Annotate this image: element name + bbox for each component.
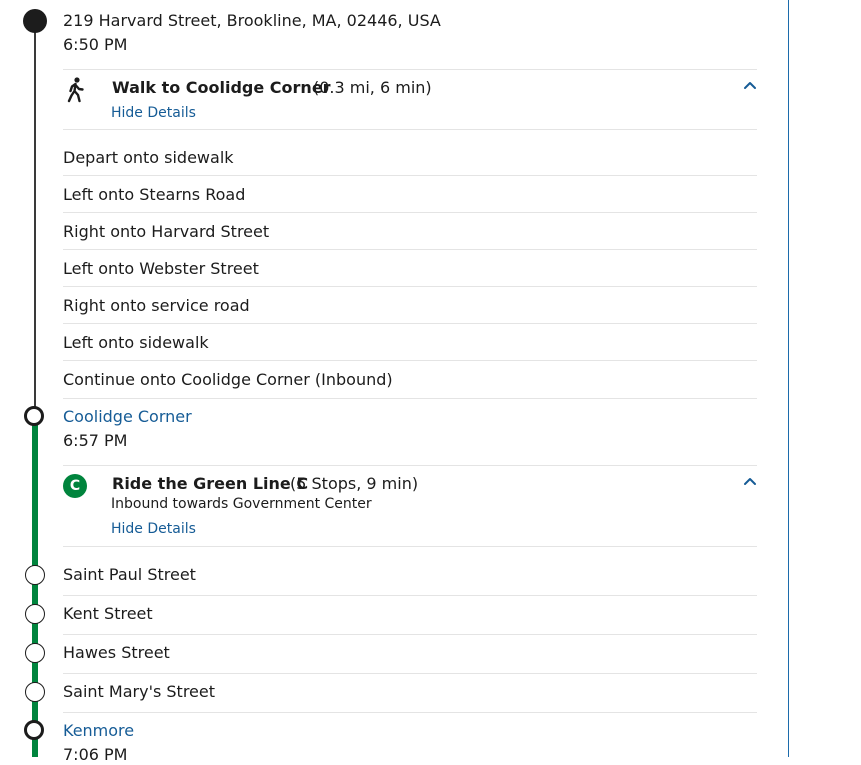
ride-collapse-chevron-up-icon[interactable]: [743, 477, 757, 487]
walk-step: Right onto service road: [63, 296, 250, 315]
ride-leg-summary: (5 Stops, 9 min): [290, 474, 419, 493]
divider: [63, 634, 757, 635]
divider: [63, 286, 757, 287]
intermediate-stop-marker: [25, 643, 45, 663]
panel-divider: [788, 0, 789, 757]
divider: [63, 398, 757, 399]
divider: [63, 323, 757, 324]
ride-hide-details-link[interactable]: Hide Details: [111, 520, 196, 538]
divider: [63, 69, 757, 70]
divider: [63, 175, 757, 176]
walk-step: Right onto Harvard Street: [63, 222, 270, 241]
green-line-c-badge: C: [63, 474, 87, 498]
intermediate-stop-marker: [25, 682, 45, 702]
intermediate-stop: Saint Mary's Street: [63, 682, 215, 701]
transfer-stop-time: 6:57 PM: [63, 431, 128, 450]
walk-step: Left onto Webster Street: [63, 259, 259, 278]
green-line-track-continuation: [32, 737, 38, 757]
destination-stop-marker: [24, 720, 44, 740]
divider: [63, 129, 757, 130]
walk-leg-title: Walk to Coolidge Corner: [112, 78, 331, 97]
divider: [63, 249, 757, 250]
intermediate-stop: Saint Paul Street: [63, 565, 196, 584]
walk-collapse-chevron-up-icon[interactable]: [743, 81, 757, 91]
walk-leg-line: [34, 21, 36, 417]
walk-step: Continue onto Coolidge Corner (Inbound): [63, 370, 393, 389]
origin-time: 6:50 PM: [63, 35, 128, 54]
ride-leg-direction: Inbound towards Government Center: [111, 496, 372, 512]
destination-stop-time: 7:06 PM: [63, 745, 128, 764]
destination-stop-link[interactable]: Kenmore: [63, 721, 134, 741]
divider: [63, 712, 757, 713]
origin-address: 219 Harvard Street, Brookline, MA, 02446…: [63, 11, 441, 30]
walk-step: Left onto Stearns Road: [63, 185, 246, 204]
divider: [63, 465, 757, 466]
intermediate-stop-marker: [25, 565, 45, 585]
origin-marker: [23, 9, 47, 33]
divider: [63, 673, 757, 674]
ride-leg-title: Ride the Green Line C: [112, 474, 309, 493]
transfer-stop-link[interactable]: Coolidge Corner: [63, 407, 192, 427]
walk-hide-details-link[interactable]: Hide Details: [111, 104, 196, 122]
walk-step: Left onto sidewalk: [63, 333, 209, 352]
intermediate-stop-marker: [25, 604, 45, 624]
walk-leg-summary: (0.3 mi, 6 min): [313, 78, 432, 97]
walking-person-icon: [67, 77, 84, 103]
intermediate-stop: Hawes Street: [63, 643, 170, 662]
divider: [63, 360, 757, 361]
divider: [63, 546, 757, 547]
walk-step: Depart onto sidewalk: [63, 148, 234, 167]
walk-leg-header: [64, 77, 88, 107]
divider: [63, 212, 757, 213]
intermediate-stop: Kent Street: [63, 604, 153, 623]
divider: [63, 595, 757, 596]
transfer-stop-marker: [24, 406, 44, 426]
